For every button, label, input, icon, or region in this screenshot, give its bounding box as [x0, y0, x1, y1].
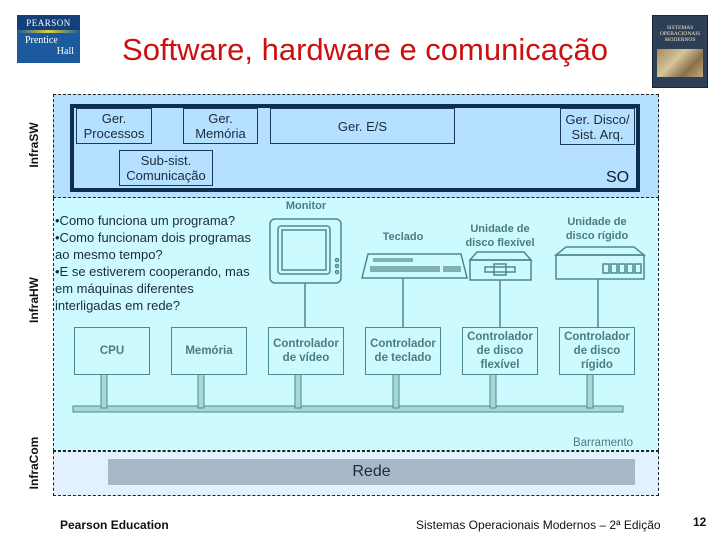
- controlador-disco-rigido-box: Controlador de disco rígido: [559, 327, 635, 375]
- slide-title: Software, hardware e comunicação: [122, 32, 608, 67]
- pearson-prentice-hall-logo: PEARSON Prentice Hall: [17, 15, 80, 63]
- book-cover-title: SISTEMAS OPERACIONAIS MODERNOS: [655, 25, 705, 43]
- label-infra-hw: InfraHW: [27, 277, 41, 323]
- floppy-drive-icon: [468, 251, 533, 281]
- monitor-label: Monitor: [285, 200, 327, 212]
- barramento-label: Barramento: [572, 437, 634, 449]
- footer-publisher: Pearson Education: [60, 518, 169, 532]
- page-number: 12: [693, 515, 707, 529]
- disco-flexivel-label: Unidade de disco flexível: [465, 223, 535, 249]
- ger-memoria-box: Ger. Memória: [183, 108, 258, 144]
- bus: [72, 361, 624, 413]
- controlador-video-box: Controlador de vídeo: [268, 327, 344, 375]
- memoria-box: Memória: [171, 327, 247, 375]
- logo-line2: Hall: [56, 46, 74, 57]
- so-label: SO: [606, 169, 630, 186]
- monitor-icon: [269, 218, 342, 284]
- sub-sist-comunicacao-box: Sub-sist. Comunicação: [119, 150, 213, 186]
- ger-disco-box: Ger. Disco/ Sist. Arq.: [560, 108, 635, 145]
- controlador-teclado-box: Controlador de teclado: [365, 327, 441, 375]
- book-title-line: MODERNOS: [664, 37, 696, 43]
- ger-es-box: Ger. E/S: [270, 108, 455, 144]
- logo-line1: Prentice: [25, 35, 58, 46]
- rede-bar: Rede: [108, 459, 635, 485]
- cpu-box: CPU: [74, 327, 150, 375]
- label-infra-sw: InfraSW: [27, 122, 41, 168]
- logo-brand: PEARSON: [17, 15, 80, 31]
- teclado-label: Teclado: [382, 231, 424, 243]
- keyboard-icon: [361, 253, 468, 279]
- footer-book-title: Sistemas Operacionais Modernos – 2ª Ediç…: [416, 518, 661, 532]
- label-infra-com: InfraCom: [27, 436, 41, 490]
- book-cover-art: [657, 49, 703, 77]
- logo-swoosh: [17, 30, 80, 33]
- hard-drive-icon: [553, 246, 647, 280]
- ger-processos-box: Ger. Processos: [76, 108, 152, 144]
- book-cover-image: SISTEMAS OPERACIONAIS MODERNOS: [652, 15, 708, 88]
- device-links: [304, 278, 599, 327]
- controlador-disco-flexivel-box: Controlador de disco flexível: [462, 327, 538, 375]
- disco-rigido-label: Unidade de disco rígido: [565, 216, 629, 242]
